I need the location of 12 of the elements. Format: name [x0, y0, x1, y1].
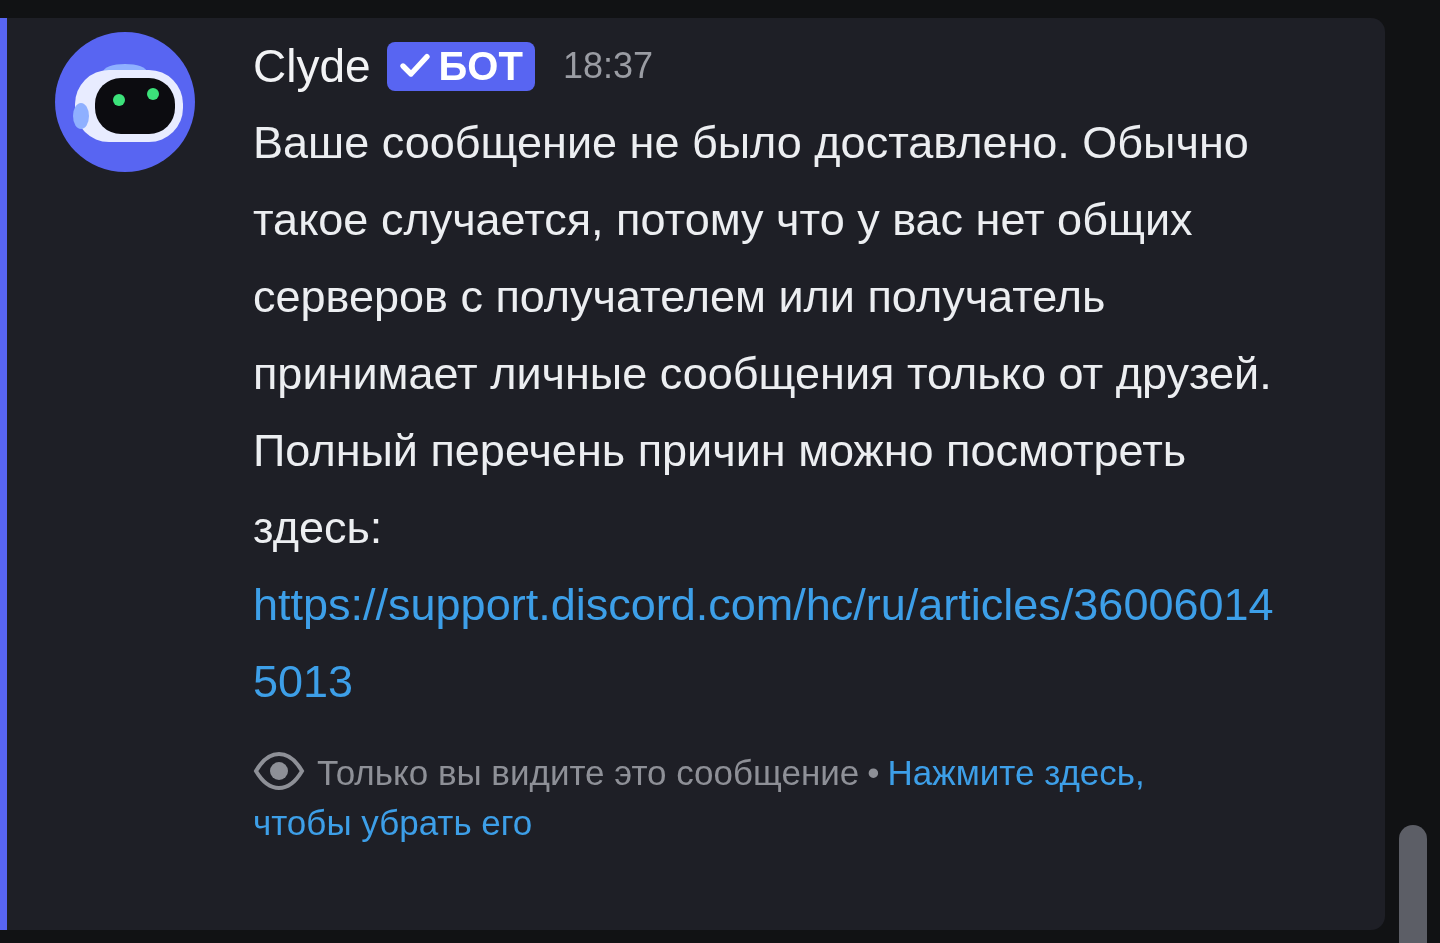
message-text: Ваше сообщение не было доставлено. Обычно такое случается, потому что у вас нет общих серверов с получателем или получатель принимает личные сообщения только от друзей. Полный перечень причин можно посмотреть здесь:	[253, 116, 1273, 555]
eye-icon	[253, 751, 305, 791]
robot-avatar-icon	[55, 32, 195, 172]
dismiss-link[interactable]: Нажмите здесь,	[887, 753, 1145, 792]
badge-label: БОТ	[438, 43, 523, 89]
support-link[interactable]: https://support.discord.com/hc/ru/articles/360060145013	[253, 566, 1293, 720]
separator-dot: •	[867, 753, 880, 792]
author-name[interactable]: Clyde	[253, 39, 371, 93]
visibility-note: Только вы видите это сообщение	[317, 753, 860, 792]
dismiss-link[interactable]: чтобы убрать его	[253, 803, 533, 842]
scrollbar-thumb[interactable]	[1399, 825, 1427, 943]
timestamp: 18:37	[562, 45, 653, 87]
